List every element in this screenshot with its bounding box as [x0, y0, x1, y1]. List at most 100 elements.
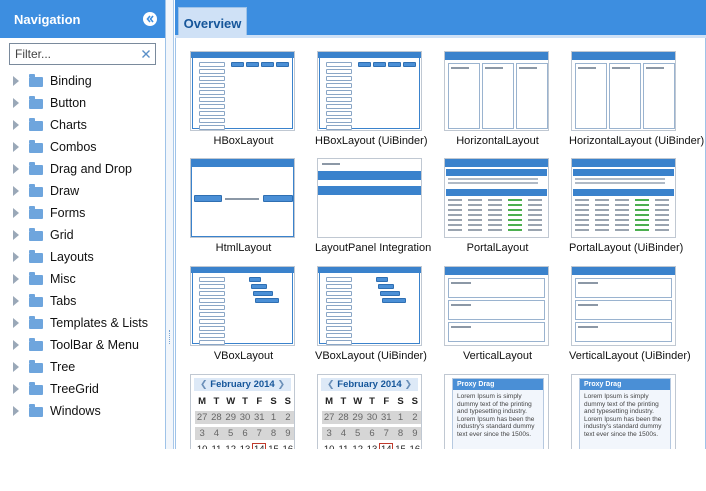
navigation-title: Navigation	[14, 11, 81, 27]
example-card-horizontallayout[interactable]: HorizontalLayout	[442, 49, 569, 157]
day-cell: 3	[322, 427, 337, 440]
expand-arrow-icon[interactable]	[13, 142, 19, 152]
filter-input[interactable]	[10, 44, 137, 64]
tree-item-windows[interactable]: Windows	[0, 400, 165, 422]
example-card-hboxlayout-uibinder[interactable]: HBoxLayout (UiBinder)	[315, 49, 442, 157]
thumb-button	[326, 312, 352, 317]
expand-arrow-icon[interactable]	[13, 274, 19, 284]
thumb-text	[485, 67, 503, 69]
splitter-handle[interactable]	[166, 0, 174, 449]
thumb-pane	[482, 63, 514, 129]
example-card-vboxlayout[interactable]: VBoxLayout	[188, 264, 315, 372]
tree-item-toolbar-menu[interactable]: ToolBar & Menu	[0, 334, 165, 356]
tree-item-button[interactable]: Button	[0, 92, 165, 114]
expand-arrow-icon[interactable]	[13, 230, 19, 240]
thumb-cell	[635, 219, 649, 221]
expand-arrow-icon[interactable]	[13, 98, 19, 108]
expand-arrow-icon[interactable]	[13, 318, 19, 328]
example-card-portallayout[interactable]: PortalLayout	[442, 156, 569, 264]
proxy-drag-header: Proxy Drag	[580, 379, 670, 390]
example-card-label: HBoxLayout	[213, 135, 274, 147]
folder-icon	[29, 74, 43, 87]
day-cell: 27	[322, 411, 337, 424]
weekday-label: T	[340, 396, 347, 407]
filter-field	[9, 43, 156, 65]
tree-item-misc[interactable]: Misc	[0, 268, 165, 290]
example-card-verticallayout-uibinder[interactable]: VerticalLayout (UiBinder)	[569, 264, 696, 372]
expand-arrow-icon[interactable]	[13, 406, 19, 416]
tree-item-draw[interactable]: Draw	[0, 180, 165, 202]
page-bottom	[0, 449, 706, 491]
weekday-label: S	[397, 396, 404, 407]
day-cell: 4	[209, 427, 224, 440]
expand-arrow-icon[interactable]	[13, 186, 19, 196]
thumb-button	[373, 62, 386, 67]
thumb-text	[578, 326, 598, 328]
chevron-left-icon: ❮	[200, 379, 208, 389]
expand-arrow-icon[interactable]	[13, 76, 19, 86]
thumb-button	[326, 111, 352, 116]
tree-item-treegrid[interactable]: TreeGrid	[0, 378, 165, 400]
thumb-titlebar	[318, 52, 421, 58]
thumb-cell	[575, 214, 589, 216]
day-cell: 28	[336, 411, 351, 424]
expand-arrow-icon[interactable]	[13, 120, 19, 130]
tree-item-label: Tree	[50, 360, 76, 374]
tree-item-grid[interactable]: Grid	[0, 224, 165, 246]
example-card-portallayout-uibinder[interactable]: PortalLayout (UiBinder)	[569, 156, 696, 264]
tree-item-layouts[interactable]: Layouts	[0, 246, 165, 268]
thumb-button	[199, 284, 225, 289]
thumb-pane	[448, 278, 545, 298]
thumb-button	[199, 298, 225, 303]
expand-arrow-icon[interactable]	[13, 252, 19, 262]
weekday-label: S	[284, 396, 292, 407]
example-card-layoutpanel-integration[interactable]: LayoutPanel Integration	[315, 156, 442, 264]
tree-item-tabs[interactable]: Tabs	[0, 290, 165, 312]
thumb-text	[575, 178, 665, 180]
folder-icon	[29, 404, 43, 417]
example-card-horizontallayout-uibinder[interactable]: HorizontalLayout (UiBinder)	[569, 49, 704, 157]
thumb-cell	[488, 214, 502, 216]
expand-arrow-icon[interactable]	[13, 340, 19, 350]
tree-item-forms[interactable]: Forms	[0, 202, 165, 224]
expand-arrow-icon[interactable]	[13, 362, 19, 372]
expand-arrow-icon[interactable]	[13, 296, 19, 306]
day-cell: 4	[336, 427, 351, 440]
expand-arrow-icon[interactable]	[13, 208, 19, 218]
example-thumbnail	[317, 266, 422, 346]
tree-item-templates-lists[interactable]: Templates & Lists	[0, 312, 165, 334]
example-thumbnail	[444, 266, 549, 346]
tree-item-binding[interactable]: Binding	[0, 70, 165, 92]
folder-icon	[29, 184, 43, 197]
expand-arrow-icon[interactable]	[13, 384, 19, 394]
collapse-icon[interactable]	[143, 12, 157, 26]
expand-arrow-icon[interactable]	[13, 164, 19, 174]
example-card-htmllayout[interactable]: HtmlLayout	[188, 156, 315, 264]
example-card-hboxlayout[interactable]: HBoxLayout	[188, 49, 315, 157]
example-card-vboxlayout-uibinder[interactable]: VBoxLayout (UiBinder)	[315, 264, 442, 372]
tree-item-combos[interactable]: Combos	[0, 136, 165, 158]
day-cell: 3	[195, 427, 210, 440]
weekday-label: S	[411, 396, 419, 407]
example-card-verticallayout[interactable]: VerticalLayout	[442, 264, 569, 372]
tree-item-drag-and-drop[interactable]: Drag and Drop	[0, 158, 165, 180]
folder-icon	[29, 96, 43, 109]
tree-item-charts[interactable]: Charts	[0, 114, 165, 136]
folder-icon	[29, 206, 43, 219]
thumb-cell	[615, 219, 629, 221]
thumb-button	[199, 90, 225, 95]
thumb-button	[199, 326, 225, 331]
thumb-button	[276, 62, 289, 67]
close-icon[interactable]	[137, 49, 155, 59]
grip-icon	[169, 330, 171, 344]
tree-item-label: Draw	[50, 184, 80, 198]
thumb-button	[199, 97, 225, 102]
tab-overview[interactable]: Overview	[178, 7, 247, 38]
thumb-button	[199, 305, 225, 310]
thumb-cell	[448, 214, 462, 216]
tree-item-label: Button	[50, 96, 87, 110]
thumb-button	[326, 97, 352, 102]
tree-item-tree[interactable]: Tree	[0, 356, 165, 378]
thumb-text	[612, 67, 630, 69]
day-cell: 1	[266, 411, 281, 424]
